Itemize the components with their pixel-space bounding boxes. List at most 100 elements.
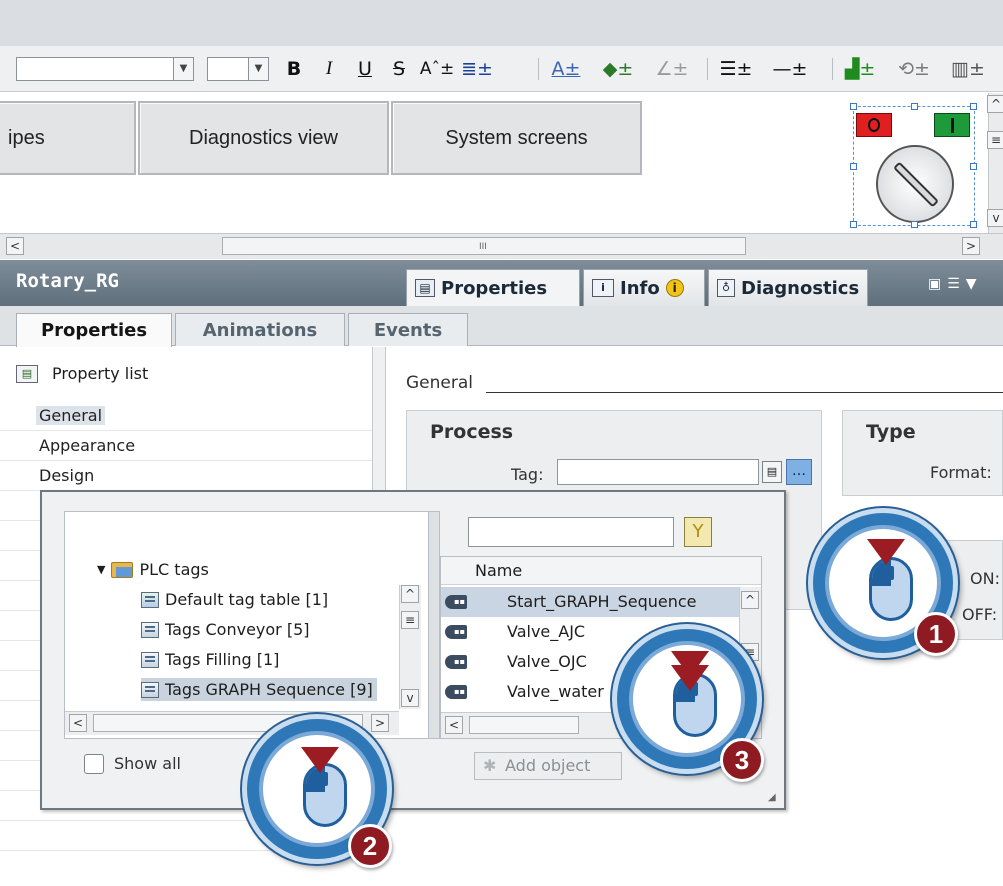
scroll-right-icon[interactable]: > (962, 237, 980, 255)
tree-item-tags-conveyor[interactable]: Tags Conveyor [5] (141, 620, 310, 639)
chevron-down-icon[interactable]: ▼ (248, 58, 268, 80)
scroll-down-icon[interactable]: v (401, 689, 419, 707)
window-controls-icon[interactable]: ▣☰▼ (928, 276, 998, 296)
rotate-icon[interactable]: ⟲± (896, 57, 932, 81)
scroll-left-icon[interactable]: < (445, 716, 463, 734)
align-icon[interactable]: ≣± (458, 57, 496, 81)
click-arrow-icon (867, 539, 905, 565)
default-tag-table-icon (141, 591, 159, 608)
fill-color-icon[interactable]: ◆± (600, 57, 636, 81)
format-label: Format: (930, 463, 992, 482)
scroll-up-icon[interactable]: ^ (987, 95, 1003, 113)
type-title: Type (866, 421, 916, 443)
subtab-properties[interactable]: Properties (16, 313, 172, 347)
diagnostics-view-screen-button[interactable]: Diagnostics view (138, 101, 389, 175)
scroll-up-icon[interactable]: ^ (741, 591, 759, 609)
toolbar-divider (707, 58, 708, 80)
distribute-icon[interactable]: ▥± (948, 57, 988, 81)
text-size-increase-icon[interactable]: Aˆ± (418, 57, 456, 81)
add-object-icon: ✱ (483, 756, 497, 775)
step-number-badge: 2 (348, 824, 392, 868)
tab-info[interactable]: i Info i (583, 269, 705, 306)
scroll-thumb[interactable]: III (222, 237, 746, 255)
scroll-thumb[interactable] (469, 716, 579, 734)
scroll-left-icon[interactable]: < (6, 237, 24, 255)
line-style-icon[interactable]: —± (772, 57, 808, 81)
tree-item-label: Tags Conveyor [5] (165, 620, 310, 639)
scroll-down-icon[interactable]: v (987, 209, 1003, 227)
add-object-label: Add object (505, 756, 591, 775)
tree-item-default-tag-table[interactable]: Default tag table [1] (141, 590, 328, 609)
scroll-thumb[interactable]: ≡ (401, 611, 419, 629)
on-indicator (934, 113, 970, 137)
tab-diagnostics[interactable]: ♁ Diagnostics (708, 269, 868, 306)
underline-button[interactable]: U (354, 57, 376, 81)
tree-vertical-scrollbar[interactable]: ^ ≡ v (399, 585, 421, 709)
tag-table-icon (141, 651, 159, 668)
add-object-button[interactable]: ✱ Add object (474, 752, 622, 780)
canvas-horizontal-scrollbar[interactable]: < III > (0, 233, 1003, 259)
list-item-start-graph-sequence[interactable]: ▪▪ Start_GRAPH_Sequence (441, 587, 739, 617)
toolbar-divider (832, 58, 833, 80)
tree-item-label: Tags Filling [1] (165, 650, 280, 669)
system-screens-button[interactable]: System screens (391, 101, 642, 175)
tag-label: Tag: (511, 465, 544, 484)
line-color-icon[interactable]: ∠± (654, 57, 690, 81)
font-family-combo[interactable]: ▼ (16, 57, 194, 81)
tree-item-plc-tags[interactable]: ▼ PLC tags (97, 560, 209, 579)
click-arrow-icon (301, 747, 339, 773)
tag-list-icon[interactable]: ▤ (762, 461, 782, 483)
property-list-label[interactable]: Property list (52, 364, 148, 383)
tag-input[interactable] (557, 459, 759, 485)
tree-item-tags-filling[interactable]: Tags Filling [1] (141, 650, 279, 669)
property-list-icon: ▤ (16, 365, 38, 383)
bring-to-front-icon[interactable]: ▟± (842, 57, 878, 81)
nav-design[interactable]: Design (39, 466, 94, 485)
tag-browse-button[interactable]: … (786, 459, 812, 485)
scroll-left-icon[interactable]: < (69, 714, 87, 732)
tree-item-tags-graph-sequence[interactable]: Tags GRAPH Sequence [9] (141, 678, 377, 701)
tab-info-label: Info (620, 277, 660, 299)
subtab-animations[interactable]: Animations (175, 313, 345, 346)
off-indicator (856, 113, 892, 137)
show-all-label: Show all (114, 754, 181, 773)
line-width-icon[interactable]: ☰± (718, 57, 754, 81)
scroll-thumb[interactable]: ≡ (987, 131, 1003, 149)
process-title: Process (430, 421, 514, 443)
tag-table-icon (141, 681, 159, 698)
subtab-events[interactable]: Events (348, 313, 468, 346)
dialog-splitter[interactable] (428, 511, 440, 739)
chevron-down-icon[interactable]: ▼ (173, 58, 193, 80)
font-color-icon[interactable]: A± (548, 57, 584, 81)
tab-properties[interactable]: ▤ Properties (406, 269, 580, 306)
mouse-click-icon (869, 557, 913, 621)
expand-arrow-icon[interactable]: ▼ (97, 563, 105, 576)
recipes-screen-button[interactable]: ipes (0, 101, 136, 175)
selected-object-name: Rotary_RG (16, 270, 119, 292)
info-warning-icon: i (665, 279, 684, 297)
filter-icon[interactable]: Y (684, 517, 712, 547)
tag-table-icon (141, 621, 159, 638)
step-number-badge: 1 (914, 612, 958, 656)
resize-grip-icon[interactable]: ◢ (768, 792, 776, 803)
tag-icon: ▪▪ (445, 655, 467, 669)
italic-button[interactable]: I (318, 57, 340, 81)
rotary-switch-object[interactable] (850, 103, 977, 228)
scroll-up-icon[interactable]: ^ (401, 585, 419, 603)
tag-filter-input[interactable] (468, 517, 674, 547)
font-size-combo[interactable]: ▼ (207, 57, 269, 81)
strikethrough-button[interactable]: S (388, 57, 410, 81)
rotary-knob-icon (876, 145, 954, 223)
show-all-checkbox[interactable] (84, 754, 104, 774)
bold-button[interactable]: B (283, 57, 305, 81)
title-band (0, 0, 1003, 46)
tag-table-tree: ▼ PLC tags Default tag table [1] Tags Co… (64, 511, 429, 739)
canvas-vertical-scrollbar[interactable]: ^ ≡ v (987, 93, 1003, 233)
list-header-name[interactable]: Name (441, 557, 761, 585)
click-arrow-icon (671, 665, 709, 691)
on-label: ON: (970, 569, 1000, 588)
nav-appearance[interactable]: Appearance (39, 436, 135, 455)
tag-icon: ▪▪ (445, 685, 467, 699)
nav-general[interactable]: General (36, 406, 106, 425)
panel-splitter[interactable] (372, 347, 386, 497)
